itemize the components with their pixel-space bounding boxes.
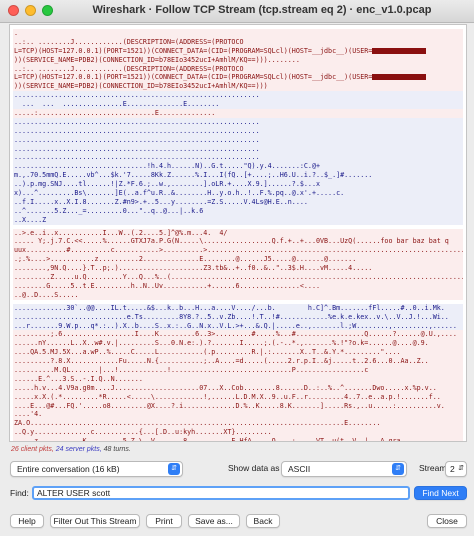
client-data-line: ..>.e..i..x...........I...W..(.2....5.]^… <box>13 228 463 238</box>
title-bar: Wireshark · Follow TCP Stream (tcp.strea… <box>0 0 474 23</box>
client-data-line: .....x.X.(.*.........*R.....<.....\.....… <box>13 392 463 402</box>
client-data-line: ..... Y;.j.7.C.<<.....%......GTXJ7a.P.G(… <box>13 237 463 247</box>
client-data-line: ..Q.y..............c...........{...[.D..… <box>13 428 463 438</box>
stream-content-view[interactable]: ...:.. ........J............(DESCRIPTION… <box>9 24 467 442</box>
server-data-line: ........................................… <box>13 135 463 145</box>
server-data-line: ........................................… <box>13 91 463 101</box>
save-as-button[interactable]: Save as... <box>188 514 240 528</box>
client-data-line: ..:.. ........J............(DESCRIPTION=… <box>13 64 463 74</box>
server-packet-count: 24 server pkts, <box>55 446 102 453</box>
server-data-line: ..).p.mg.SNJ....tl......!|Z.*F.6.;..w.,.… <box>13 180 463 190</box>
close-window-button[interactable] <box>8 5 19 16</box>
client-data-line: ....E...@#...FQ.'.....o8.........@X....?… <box>13 401 463 411</box>
server-data-line: ............................e.Ts........… <box>13 312 463 322</box>
zoom-window-button[interactable] <box>42 5 53 16</box>
server-data-line: .................................!h.4.h.… <box>13 162 463 172</box>
client-data-line: ....'4. <box>13 410 463 420</box>
client-data-line: .;.%....>...........z..........2........… <box>13 255 463 265</box>
server-data-line: ........................................… <box>13 117 463 127</box>
stream-text: ...:.. ........J............(DESCRIPTION… <box>10 25 466 441</box>
client-data-line: .....:.............................E....… <box>13 109 463 118</box>
redacted-user-block <box>372 47 427 54</box>
find-label: Find: <box>10 488 29 498</box>
window-controls <box>8 5 53 16</box>
client-data-line: ........,9N.Q....}.T..p;.)..............… <box>13 264 463 274</box>
client-data-line: uux..........#..........c...........>...… <box>13 246 463 256</box>
find-input-value: ALTER USER scott <box>37 488 111 498</box>
chevron-updown-icon: ⇵ <box>392 463 404 475</box>
server-data-line: ...r.......9.W.p...q*.:..).X..b....S..x.… <box>13 321 463 331</box>
client-data-line: .....z...........K.........5.Z.\..V.....… <box>13 437 463 441</box>
show-data-select[interactable]: ASCII ⇵ <box>281 461 407 477</box>
server-data-line: x)...^.........Bs\.......]E(..a.f^u.R..&… <box>13 189 463 198</box>
server-data-line: ..^.......5.Z..._=.........0..."..q..@..… <box>13 206 463 216</box>
back-button[interactable]: Back <box>246 514 280 528</box>
server-data-line: ........................................… <box>13 126 463 136</box>
help-button[interactable]: Help <box>10 514 44 528</box>
client-data-line: ZA.O....................................… <box>13 419 463 429</box>
server-data-line: ........................................… <box>13 144 463 154</box>
close-button[interactable]: Close <box>427 514 467 528</box>
client-data-line: ))(SERVICE_NAME=PDB2)(CONNECTION_ID=b78E… <box>13 55 463 65</box>
find-input[interactable]: ALTER USER scott <box>32 486 410 500</box>
find-next-button[interactable]: Find Next <box>414 486 467 500</box>
conversation-select-value: Entire conversation (16 kB) <box>17 464 120 474</box>
client-data-line: L=TCP)(HOST=127.0.0.1)(PORT=1521))(CONNE… <box>13 73 463 83</box>
client-data-line: .........Z.....u.Q.........Y...Q...%..(.… <box>13 273 463 282</box>
client-data-line: L=TCP)(HOST=127.0.0.1)(PORT=1521))(CONNE… <box>13 46 463 56</box>
print-button[interactable]: Print <box>146 514 182 528</box>
show-data-select-value: ASCII <box>288 464 311 474</box>
client-data-line: ........G.....5..t.E.........h..N..Uv...… <box>13 281 463 291</box>
server-data-line: m.,.70.5mmQ.E.....vb^...$k.'7.....8Kk.Z.… <box>13 171 463 181</box>
stream-number-spinner[interactable]: 2 ⇵ <box>445 461 467 477</box>
client-packet-count: 26 client pkts, <box>11 446 54 453</box>
client-data-line: ......nY......L..X..w#.v.|.........S...0… <box>13 339 463 349</box>
client-data-line: ......E.^...3.S..-.I.Q..N....... <box>13 374 463 384</box>
show-data-label: Show data as <box>228 463 280 473</box>
client-data-line: ..:.. ........J............(DESCRIPTION=… <box>13 37 463 47</box>
stream-number-value: 2 <box>450 464 455 474</box>
packet-summary: 26 client pkts, 24 server pkts, 48 turns… <box>11 446 131 453</box>
turn-count: 48 turns. <box>103 446 131 453</box>
server-data-line: ... ... ...............E..............E.… <box>13 100 463 110</box>
stream-label: Stream <box>419 463 447 473</box>
client-data-line: ..@..D....S..... <box>13 290 463 300</box>
client-data-line: ..........M.QL.......|...!............!.… <box>13 365 463 375</box>
minimize-window-button[interactable] <box>25 5 36 16</box>
chevron-updown-icon: ⇵ <box>168 463 180 475</box>
client-data-line: .........?.8.X............Fu.....N.{....… <box>13 357 463 366</box>
filter-out-stream-button[interactable]: Filter Out This Stream <box>50 514 140 528</box>
server-data-line: .............30`..@@....IL.t.....&$...k.… <box>13 303 463 313</box>
client-data-line: .....h.v...4.V9a.g0m....J...............… <box>13 383 463 393</box>
server-data-line: ..f.I.....x..X.I.8.......Z.#n9>.+..5...y… <box>13 197 463 207</box>
server-data-line: ..X....Z <box>13 215 463 225</box>
client-data-line: . <box>13 29 463 38</box>
client-data-line: ))(SERVICE_NAME=PDB2)(CONNECTION_ID=b78E… <box>13 82 463 92</box>
conversation-select[interactable]: Entire conversation (16 kB) ⇵ <box>10 461 183 477</box>
client-data-line: .........;.6..................I....K....… <box>13 330 463 340</box>
server-data-line: ........................................… <box>13 153 463 163</box>
stepper-arrows-icon[interactable]: ⇵ <box>458 462 464 476</box>
window-title: Wireshark · Follow TCP Stream (tcp.strea… <box>92 4 432 16</box>
client-data-line: ....QA.5.MJ.5X...a.wP..%.....C.....L....… <box>13 348 463 358</box>
redacted-user-block <box>372 74 427 81</box>
